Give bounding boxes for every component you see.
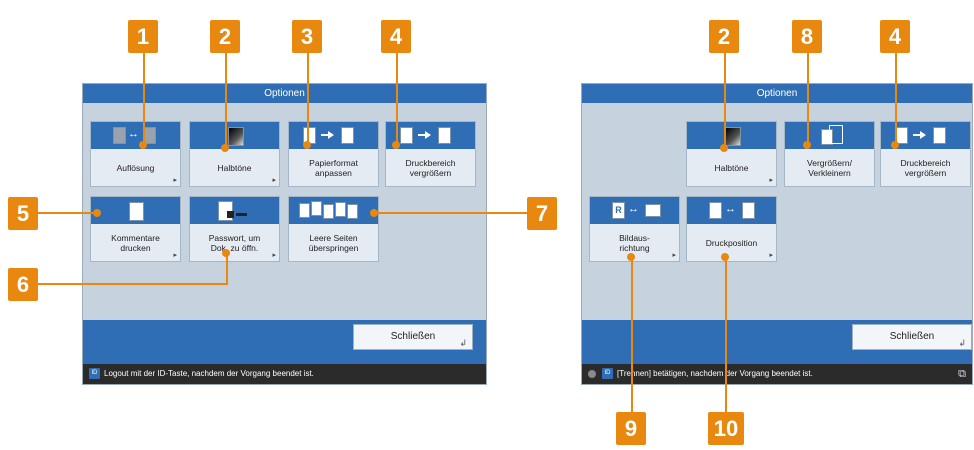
halftone-label-right: Halbtöne	[714, 162, 749, 173]
callout-4-right: 4	[880, 20, 910, 53]
right-title: Optionen	[582, 84, 972, 103]
left-status-text: Logout mit der ID-Taste, nachdem der Vor…	[104, 369, 314, 378]
resolution-button[interactable]: ↔ Auflösung ▸	[90, 121, 181, 187]
status-indicator-icon	[588, 369, 596, 378]
callout-2-right: 2	[709, 20, 739, 53]
resolution-icon: ↔	[91, 122, 180, 149]
callout-1: 1	[128, 20, 158, 53]
right-close-label: Schließen	[889, 331, 935, 342]
left-status-bar: ID Logout mit der ID-Taste, nachdem der V…	[83, 364, 486, 384]
halftone-icon	[687, 122, 776, 149]
callout-4: 4	[381, 20, 411, 53]
callout-7: 7	[527, 197, 557, 230]
comments-icon	[91, 197, 180, 224]
network-icon[interactable]: ⧉	[958, 364, 966, 384]
callout-7-line	[372, 212, 527, 214]
skip-blank-pages-label: Leere Seiten überspringen	[308, 232, 359, 253]
halftone-button-right[interactable]: Halbtöne ▸	[686, 121, 777, 187]
skip-blank-pages-icon	[289, 197, 378, 224]
image-orientation-icon: R ↔	[590, 197, 679, 224]
image-orientation-button[interactable]: R ↔ Bildaus- richtung ▸	[589, 196, 680, 262]
left-close-button[interactable]: Schließen ↲	[353, 324, 473, 350]
zoom-button[interactable]: Vergrößern/ Verkleinern	[784, 121, 875, 187]
id-key-icon: ID	[602, 368, 613, 380]
return-icon: ↲	[459, 338, 467, 348]
callout-4-line	[396, 53, 398, 145]
password-lock-icon	[190, 197, 279, 224]
zoom-icon	[785, 122, 874, 149]
callout-3: 3	[292, 20, 322, 53]
fit-paper-label: Papierformat anpassen	[309, 157, 358, 178]
fit-paper-button[interactable]: Papierformat anpassen	[288, 121, 379, 187]
enlarge-print-area-button-right[interactable]: Druckbereich vergrößern	[880, 121, 971, 187]
callout-6-line	[38, 283, 228, 285]
enlarge-print-area-label: Druckbereich vergrößern	[405, 157, 456, 178]
id-key-icon: ID	[89, 368, 100, 380]
halftone-icon	[190, 122, 279, 149]
right-status-text: [Trennen] betätigen, nachdem der Vorgang…	[617, 369, 813, 378]
print-comments-button[interactable]: Kommentare drucken ▸	[90, 196, 181, 262]
left-close-label: Schließen	[390, 331, 436, 342]
password-label: Passwort, um Dok. zu öffn.	[208, 232, 261, 253]
password-button[interactable]: Passwort, um Dok. zu öffn. ▸	[189, 196, 280, 262]
callout-3-line	[307, 53, 309, 145]
print-position-label: Druckposition	[705, 237, 758, 248]
skip-blank-pages-button[interactable]: Leere Seiten überspringen	[288, 196, 379, 262]
print-comments-label: Kommentare drucken	[111, 232, 160, 253]
return-icon: ↲	[958, 338, 966, 348]
image-orientation-label: Bildaus- richtung	[619, 232, 650, 253]
halftone-button[interactable]: Halbtöne ▸	[189, 121, 280, 187]
callout-8: 8	[792, 20, 822, 53]
callout-9: 9	[616, 412, 646, 445]
enlarge-print-area-label-right: Druckbereich vergrößern	[900, 157, 951, 178]
enlarge-print-area-button[interactable]: Druckbereich vergrößern	[385, 121, 476, 187]
print-position-icon: ↔	[687, 197, 776, 224]
callout-2: 2	[210, 20, 240, 53]
callout-1-line	[143, 53, 145, 145]
callout-10: 10	[708, 412, 744, 445]
right-options-screen: Optionen Halbtöne ▸ Vergrößern/ Verklein…	[581, 83, 973, 385]
halftone-label: Halbtöne	[217, 162, 252, 173]
right-status-bar: ID [Trennen] betätigen, nachdem der Vorga…	[582, 364, 972, 384]
callout-6: 6	[8, 268, 38, 301]
callout-5: 5	[8, 197, 38, 230]
callout-5-line	[38, 212, 96, 214]
right-close-button[interactable]: Schließen ↲	[852, 324, 972, 350]
print-position-button[interactable]: ↔ Druckposition ▸	[686, 196, 777, 262]
resolution-label: Auflösung	[116, 162, 155, 173]
callout-2-line	[225, 53, 227, 148]
zoom-label: Vergrößern/ Verkleinern	[807, 157, 852, 178]
